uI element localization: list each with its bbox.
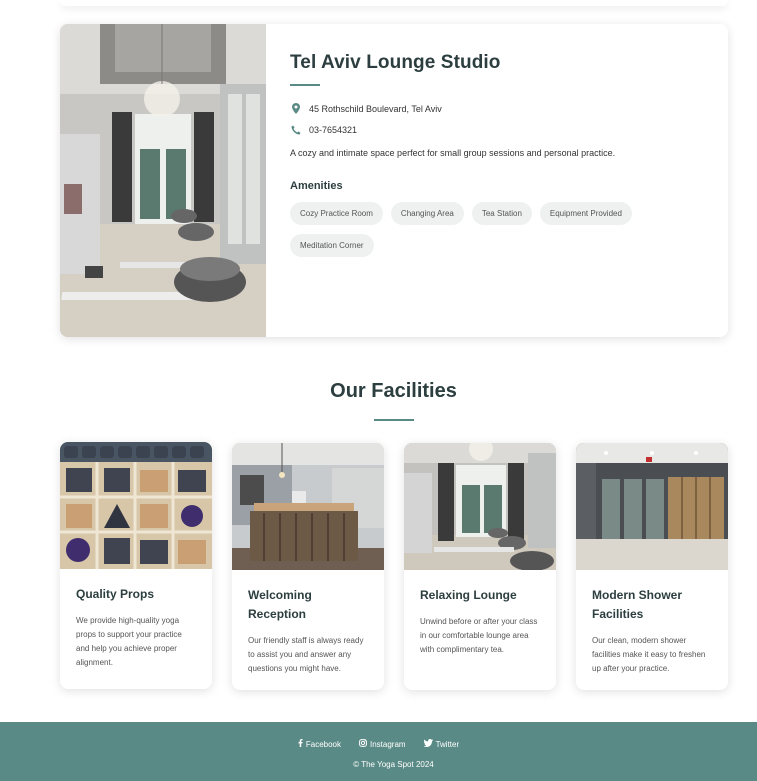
facility-title: Relaxing Lounge [420, 588, 517, 602]
social-links: Facebook Instagram Twitter [0, 739, 757, 749]
title-divider [290, 84, 320, 86]
instagram-label: Instagram [370, 739, 406, 749]
facilities-divider [374, 419, 414, 421]
footer: Facebook Instagram Twitter © The Yoga Sp… [0, 722, 757, 781]
props-photo [60, 442, 212, 569]
previous-card-edge [60, 0, 728, 6]
studio-photo [60, 24, 266, 337]
studio-phone: 03-7654321 [290, 119, 704, 140]
facilities-heading: Our Facilities [330, 380, 457, 402]
amenity-chip: Cozy Practice Room [290, 202, 383, 225]
studio-description: A cozy and intimate space perfect for sm… [290, 148, 616, 158]
lounge-photo [404, 443, 556, 570]
facility-text: Our clean, modern shower facilities make… [592, 636, 706, 673]
facebook-link[interactable]: Facebook [298, 739, 341, 749]
studio-title: Tel Aviv Lounge Studio [290, 52, 501, 73]
instagram-icon [359, 739, 367, 749]
facility-text: We provide high-quality yoga props to su… [76, 616, 182, 667]
facility-card: Quality Props We provide high-quality yo… [60, 442, 212, 689]
facility-text: Unwind before or after your class in our… [420, 617, 538, 654]
facilities-grid: Quality Props We provide high-quality yo… [60, 442, 728, 690]
studio-card: Tel Aviv Lounge Studio 45 Rothschild Bou… [60, 24, 728, 337]
phone-icon [290, 124, 302, 136]
facility-card: Modern Shower Facilities Our clean, mode… [576, 443, 728, 690]
amenities-heading: Amenities [290, 180, 343, 192]
twitter-icon [423, 739, 433, 749]
reception-photo [232, 443, 384, 570]
amenity-chip: Equipment Provided [539, 202, 632, 225]
shower-photo [576, 443, 728, 570]
facility-title: Welcoming Reception [248, 588, 312, 621]
amenities-list: Cozy Practice Room Changing Area Tea Sta… [290, 202, 650, 257]
phone-text: 03-7654321 [309, 124, 358, 135]
studio-address: 45 Rothschild Boulevard, Tel Aviv [290, 98, 704, 119]
amenity-chip: Changing Area [390, 202, 464, 225]
facility-title: Modern Shower Facilities [592, 588, 683, 621]
facility-text: Our friendly staff is always ready to as… [248, 636, 364, 673]
copyright: © The Yoga Spot 2024 [353, 760, 434, 769]
instagram-link[interactable]: Instagram [359, 739, 406, 749]
amenity-chip: Meditation Corner [290, 234, 374, 257]
facility-card: Welcoming Reception Our friendly staff i… [232, 443, 384, 690]
address-text: 45 Rothschild Boulevard, Tel Aviv [309, 103, 442, 114]
map-marker-icon [290, 103, 302, 115]
facebook-icon [298, 739, 303, 749]
facebook-label: Facebook [305, 739, 341, 749]
twitter-link[interactable]: Twitter [423, 739, 460, 749]
amenity-chip: Tea Station [471, 202, 532, 225]
facility-title: Quality Props [76, 587, 155, 601]
facility-card: Relaxing Lounge Unwind before or after y… [404, 443, 556, 690]
twitter-label: Twitter [435, 739, 460, 749]
